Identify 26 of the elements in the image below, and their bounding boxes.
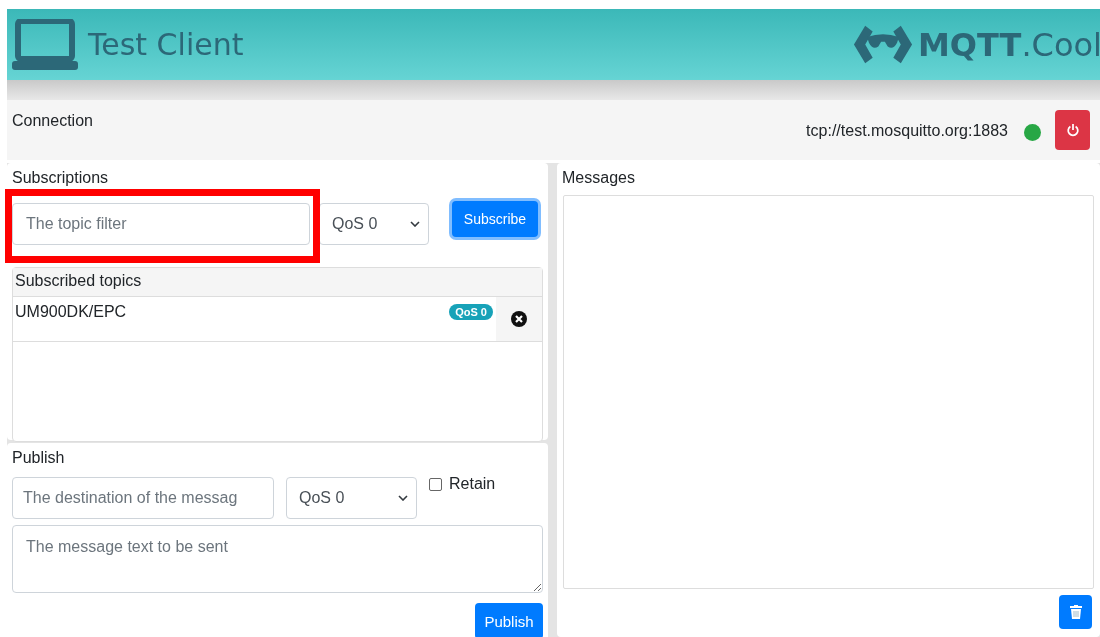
connection-url: tcp://test.mosquitto.org:1883 bbox=[806, 122, 1008, 140]
power-icon bbox=[1065, 123, 1080, 137]
brand-logo: MQTT.Cool bbox=[918, 25, 1100, 64]
qos-select[interactable]: QoS 0 bbox=[286, 477, 417, 519]
subscribe-button[interactable]: Subscribe bbox=[452, 201, 538, 237]
disconnect-button[interactable] bbox=[1055, 110, 1090, 150]
topic-name: UM900DK/EPC bbox=[15, 303, 128, 321]
trash-icon bbox=[1069, 605, 1082, 619]
subscribed-topics-title: Subscribed topics bbox=[13, 268, 542, 296]
clear-messages-button[interactable] bbox=[1059, 595, 1092, 629]
retain-checkbox[interactable] bbox=[429, 477, 442, 491]
messages-title: Messages bbox=[562, 169, 636, 188]
publish-button[interactable]: Publish bbox=[475, 603, 543, 637]
destination-field[interactable]: The destination of the messag bbox=[12, 477, 274, 519]
connection-title: Connection bbox=[12, 112, 93, 130]
qos-badge: QoS 0 bbox=[449, 304, 493, 320]
app-title: Test Client bbox=[88, 27, 244, 62]
topic-filter-field[interactable]: The topic filter bbox=[12, 203, 310, 245]
retain-label: Retain bbox=[449, 475, 496, 493]
chevron-down-icon bbox=[398, 495, 408, 501]
chevron-down-icon bbox=[410, 221, 420, 227]
laptop-icon bbox=[12, 18, 78, 71]
subscriptions-title: Subscriptions bbox=[12, 169, 110, 188]
message-field[interactable]: The message text to be sent bbox=[12, 525, 543, 593]
remove-icon[interactable] bbox=[511, 311, 527, 327]
publish-title: Publish bbox=[12, 449, 66, 468]
